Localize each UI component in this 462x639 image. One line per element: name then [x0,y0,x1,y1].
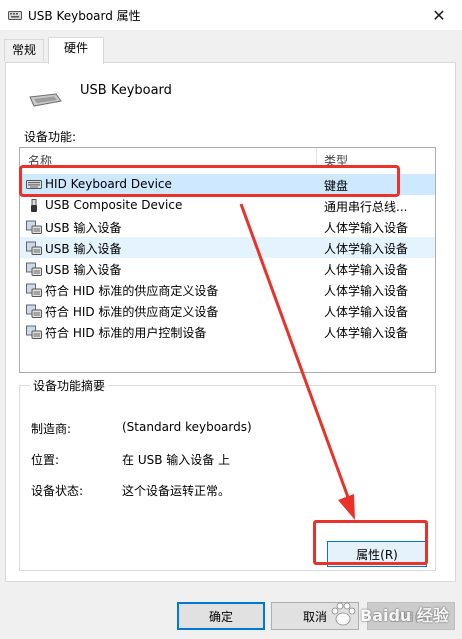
tab-bar: 常规 硬件 [0,30,462,64]
keyboard-icon [8,9,22,21]
hid-device-icon [26,283,42,297]
window-title: USB Keyboard 属性 [28,9,141,23]
close-button[interactable]: ✕ [416,0,462,30]
list-item[interactable]: USB 输入设备 人体学输入设备 [20,216,435,237]
hid-device-icon [26,304,42,318]
device-status-value: 这个设备运转正常。 [122,484,231,498]
device-function-type: 人体学输入设备 [324,305,409,319]
ok-button[interactable]: 确定 [177,602,265,630]
device-name: USB Keyboard [80,83,172,98]
device-function-type: 通用串行总线... [324,200,408,214]
device-function-type: 人体学输入设备 [324,242,409,256]
properties-button-highlight [313,520,428,565]
device-function-type: 人体学输入设备 [324,326,409,340]
device-function-name: USB Composite Device [45,198,183,212]
manufacturer-value: (Standard keyboards) [122,420,252,434]
list-item[interactable]: USB Composite Device 通用串行总线... [20,195,435,216]
manufacturer-label: 制造商: [31,422,72,436]
device-status-label: 设备状态: [31,484,84,498]
title-bar: USB Keyboard 属性 ✕ [0,0,462,30]
list-rows: HID Keyboard Device 键盘 USB Composite Dev… [20,174,435,342]
device-function-name: USB 输入设备 [45,221,122,235]
cancel-button[interactable]: 取消 [271,602,359,630]
hardware-panel: USB Keyboard 设备功能: 名称 类型 HID Keyboard De… [5,62,456,582]
location-label: 位置: [31,453,60,467]
list-item[interactable]: 符合 HID 标准的供应商定义设备 人体学输入设备 [20,300,435,321]
device-function-name: 符合 HID 标准的供应商定义设备 [45,305,219,319]
location-value: 在 USB 输入设备 上 [122,453,231,467]
keyboard-device-icon [28,93,62,107]
selected-device-highlight [19,165,400,197]
hid-device-icon [26,241,42,255]
usb-icon [26,199,42,213]
device-function-type: 人体学输入设备 [324,221,409,235]
hid-device-icon [26,220,42,234]
list-item[interactable]: USB 输入设备 人体学输入设备 [20,237,435,258]
close-icon: ✕ [432,5,446,25]
apply-button: 应用(A) [367,602,455,630]
device-function-name: 符合 HID 标准的用户控制设备 [45,326,207,340]
list-item[interactable]: 符合 HID 标准的供应商定义设备 人体学输入设备 [20,279,435,300]
tab-hardware[interactable]: 硬件 [48,37,104,64]
tab-general[interactable]: 常规 [4,39,44,61]
hid-device-icon [26,325,42,339]
device-functions-label: 设备功能: [24,130,77,144]
device-function-type: 人体学输入设备 [324,263,409,277]
hid-device-icon [26,262,42,276]
device-function-name: 符合 HID 标准的供应商定义设备 [45,284,219,298]
device-function-type: 人体学输入设备 [324,284,409,298]
device-function-name: USB 输入设备 [45,242,122,256]
list-item[interactable]: 符合 HID 标准的用户控制设备 人体学输入设备 [20,321,435,342]
device-function-name: USB 输入设备 [45,263,122,277]
list-item[interactable]: USB 输入设备 人体学输入设备 [20,258,435,279]
summary-title: 设备功能摘要 [30,377,109,394]
